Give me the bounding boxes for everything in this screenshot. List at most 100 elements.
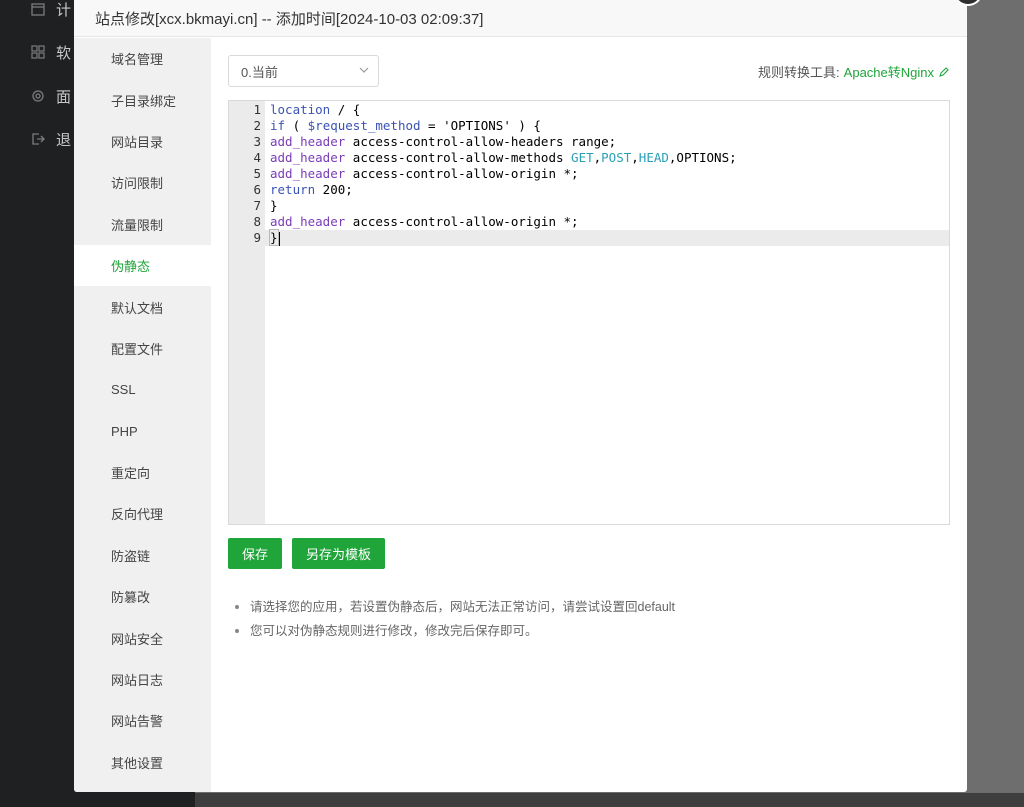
line-number: 9 [253,230,261,245]
sidebar-item-config-file[interactable]: 配置文件 [74,328,211,369]
code-line: 1 location / { [229,102,949,118]
code-text: return 200; [270,182,353,197]
code-line: 4 add_header access-control-allow-methods… [229,150,949,166]
code-token: add_header [270,134,346,149]
sidebar-item-site-alerts[interactable]: 网站告警 [74,700,211,741]
sidebar-item-label: 网站告警 [111,714,164,730]
grid-icon [30,44,46,60]
sidebar-item-label: 伪静态 [111,259,151,275]
modal-sidebar: 域名管理 子目录绑定 网站目录 访问限制 流量限制 伪静态 默认文档 配置文件 … [74,38,211,792]
code-line: 7} [229,198,949,214]
code-token: add_header [270,166,346,181]
sidebar-item-label: PHP [111,423,138,439]
sidebar-item-label: 域名管理 [111,52,164,68]
rule-convert-tool: 规则转换工具: Apache转Nginx [758,62,950,81]
sidebar-item-label: 其他设置 [111,755,164,771]
line-number: 5 [253,166,261,181]
sidebar-item-tamper-protection[interactable]: 防篡改 [74,576,211,617]
sidebar-item-hotlink-protection[interactable]: 防盗链 [74,535,211,576]
line-number: 7 [253,198,261,213]
tip-item: 请选择您的应用，若设置伪静态后，网站无法正常访问，请尝试设置回default [234,595,675,619]
code-token: GET [571,150,594,165]
sidebar-item-rewrite[interactable]: 伪静态 [74,244,211,287]
app-sidebar-label: 计 [56,1,72,19]
sidebar-item-label: 网站目录 [111,134,164,150]
site-edit-modal: 站点修改[xcx.bkmayi.cn] -- 添加时间[2024-10-03 0… [74,0,967,792]
app-sidebar-label: 面 [56,88,72,106]
sidebar-item-label: 防篡改 [111,590,151,606]
rewrite-template-select[interactable]: 0.当前 [228,55,379,87]
app-sidebar-item-software[interactable]: 软 [30,40,71,64]
line-number: 8 [253,214,261,229]
sidebar-item-site-directory[interactable]: 网站目录 [74,121,211,162]
code-token: if [270,118,286,133]
app-sidebar-item-plan[interactable]: 计 [30,0,71,21]
editor-code-area[interactable]: 1 location / { 2 if ( $request_method = 'O… [229,101,949,246]
matched-bracket: } [269,229,279,246]
sidebar-item-traffic-limit[interactable]: 流量限制 [74,204,211,245]
tips-list: 请选择您的应用，若设置伪静态后，网站无法正常访问，请尝试设置回default 您… [234,595,675,643]
code-text: add_header access-control-allow-methods … [270,150,737,165]
app-sidebar-item-logout[interactable]: 退 [30,127,71,151]
save-as-template-button[interactable]: 另存为模板 [292,538,386,569]
code-token: $request_method [307,118,421,133]
tip-item: 您可以对伪静态规则进行修改，修改完后保存即可。 [234,619,675,643]
line-number: 6 [253,182,261,197]
app-sidebar-label: 退 [56,131,72,149]
code-token: add_header [270,150,346,165]
modal-header: 站点修改[xcx.bkmayi.cn] -- 添加时间[2024-10-03 0… [74,0,967,37]
app-sidebar-label: 软 [56,44,72,62]
code-text: } [269,229,280,246]
line-number: 2 [253,118,261,133]
sidebar-item-default-document[interactable]: 默认文档 [74,286,211,327]
sidebar-item-redirect[interactable]: 重定向 [74,452,211,493]
sidebar-item-php[interactable]: PHP [74,411,211,452]
code-line: 5 add_header access-control-allow-origin … [229,166,949,182]
code-line: 6 return 200; [229,182,949,198]
line-number: 4 [253,150,261,165]
sidebar-item-domain[interactable]: 域名管理 [74,38,211,79]
sidebar-item-label: 配置文件 [111,341,164,357]
sidebar-item-reverse-proxy[interactable]: 反向代理 [74,493,211,534]
sidebar-item-label: 重定向 [111,466,151,482]
pencil-icon[interactable] [938,66,950,78]
sidebar-item-ssl[interactable]: SSL [74,369,211,410]
sidebar-item-label: 防盗链 [111,548,151,564]
app-sidebar-item-panel[interactable]: 面 [30,84,71,108]
code-token: HEAD [638,150,669,165]
sidebar-item-label: 网站日志 [111,673,164,689]
code-token: POST [601,150,632,165]
text-cursor [278,231,280,246]
sidebar-item-label: 网站安全 [111,631,164,647]
app-footer [195,793,1024,807]
sidebar-item-label: 默认文档 [111,300,164,316]
code-token: location [270,102,331,117]
sidebar-item-label: 子目录绑定 [111,93,177,109]
sidebar-item-access-limit[interactable]: 访问限制 [74,162,211,203]
save-button[interactable]: 保存 [228,538,283,569]
sidebar-item-label: 反向代理 [111,507,164,523]
sidebar-item-label: 访问限制 [111,176,164,192]
code-line: 3 add_header access-control-allow-headers… [229,134,949,150]
sidebar-item-site-security[interactable]: 网站安全 [74,617,211,658]
gear-icon [30,88,46,104]
sidebar-item-label: SSL [111,382,136,398]
code-line-current: 9} [229,229,949,246]
chevron-down-icon [358,64,370,76]
line-number: 1 [253,102,261,117]
rewrite-code-editor[interactable]: 1 location / { 2 if ( $request_method = 'O… [228,100,950,525]
code-token: add_header [270,214,346,229]
logout-icon [30,131,46,147]
code-text: if ( $request_method = 'OPTIONS' ) { [270,118,541,133]
sidebar-item-subdir-binding[interactable]: 子目录绑定 [74,79,211,120]
sidebar-item-other-settings[interactable]: 其他设置 [74,742,211,783]
code-text: location / { [270,102,361,117]
code-text: } [270,198,278,213]
code-text: add_header access-control-allow-origin *… [270,214,579,229]
action-buttons: 保存 另存为模板 [228,538,386,569]
select-value: 0.当前 [241,64,278,80]
apache-to-nginx-link[interactable]: Apache转Nginx [844,62,934,81]
sidebar-item-site-logs[interactable]: 网站日志 [74,659,211,700]
code-line: 8 add_header access-control-allow-origin … [229,214,949,230]
code-line: 2 if ( $request_method = 'OPTIONS' ) { [229,118,949,134]
